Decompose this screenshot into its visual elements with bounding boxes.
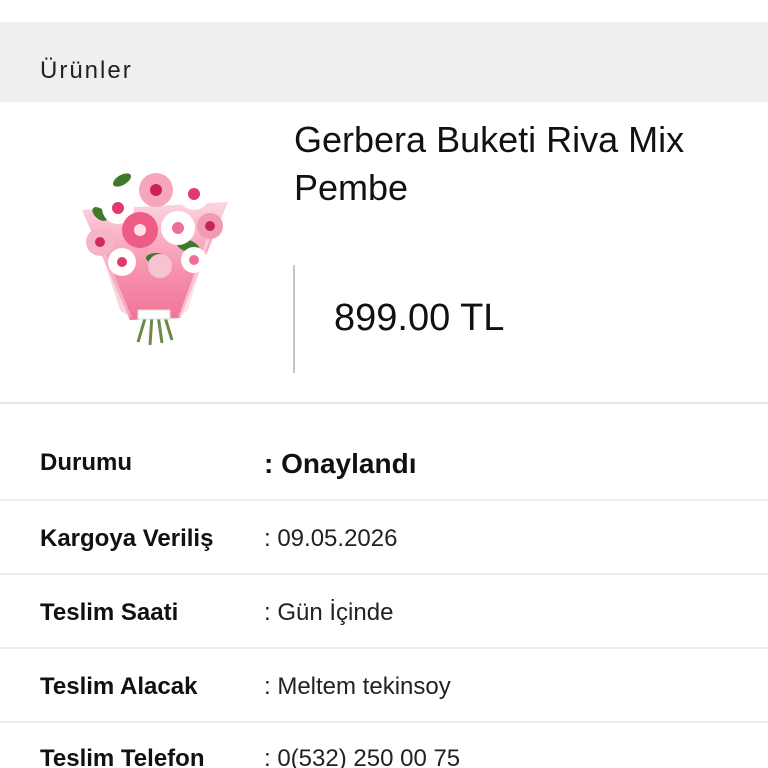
phone-value[interactable]: : 0(532) 250 00 75 [264,745,460,768]
product-price: 899.00 TL [334,297,505,339]
detail-row-phone: Teslim Telefon : 0(532) 250 00 75 [0,723,768,768]
recipient-value: : Meltem tekinsoy [264,673,451,700]
delivery-time-label: Teslim Saati [40,599,179,626]
product-name[interactable]: Gerbera Buketi Riva Mix Pembe [294,116,754,212]
section-header: Ürünler [0,22,768,102]
shipping-date-label: Kargoya Veriliş [40,525,214,552]
recipient-label: Teslim Alacak [40,673,198,700]
detail-row-recipient: Teslim Alacak : Meltem tekinsoy [0,649,768,723]
delivery-time-value: : Gün İçinde [264,599,394,626]
price-divider [293,265,295,373]
section-title: Ürünler [40,57,133,84]
status-value: : Onaylandı [264,448,417,479]
order-details: Durumu : Onaylandı Kargoya Veriliş : 09.… [0,402,768,768]
detail-row-delivery-time: Teslim Saati : Gün İçinde [0,575,768,649]
flower-bouquet-image [82,173,228,346]
product-image[interactable] [60,150,250,350]
detail-row-status: Durumu : Onaylandı [0,404,768,501]
detail-row-shipping-date: Kargoya Veriliş : 09.05.2026 [0,501,768,575]
product-card[interactable]: Gerbera Buketi Riva Mix Pembe 899.00 TL [0,102,768,402]
top-spacer [0,0,768,22]
status-label: Durumu [40,449,132,476]
phone-label: Teslim Telefon [40,745,205,768]
shipping-date-value: : 09.05.2026 [264,525,398,552]
order-detail-page: Ürünler Gerbera Buketi Riva Mix Pembe 89… [0,0,768,768]
